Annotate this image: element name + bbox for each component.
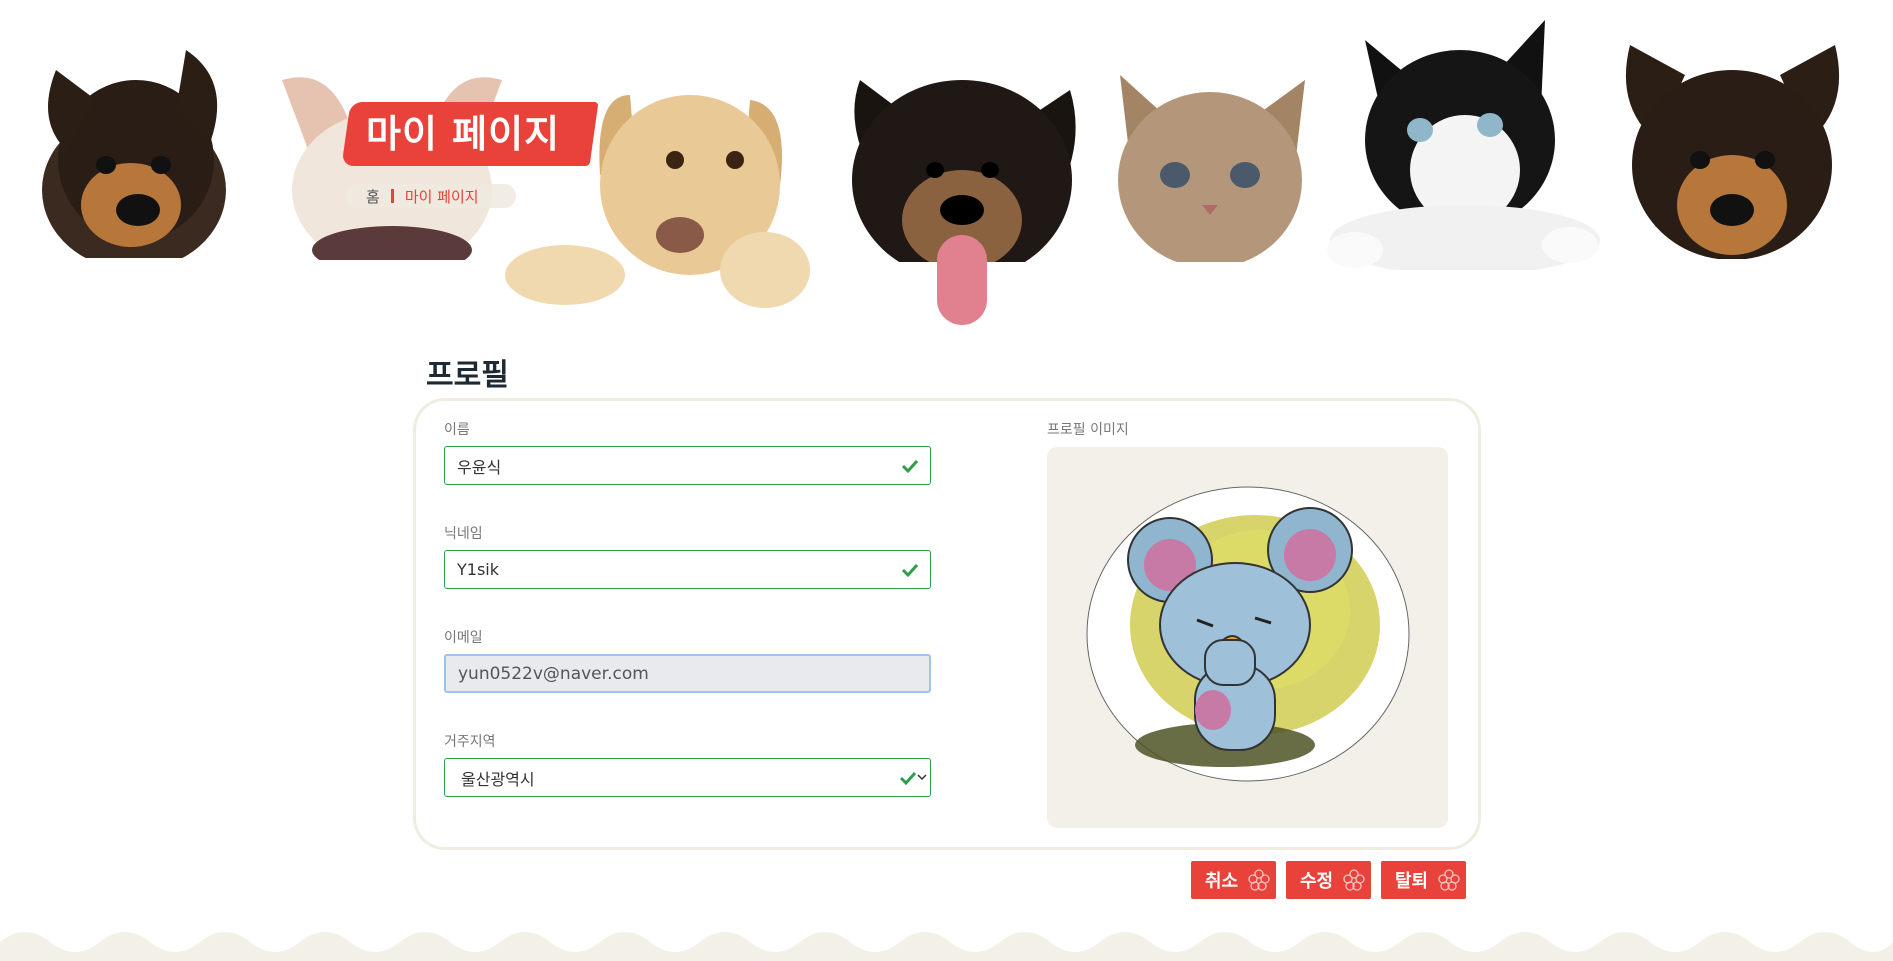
chevron-down-icon bbox=[917, 774, 927, 781]
profile-avatar[interactable] bbox=[1085, 485, 1411, 783]
flower-icon bbox=[1438, 869, 1460, 891]
breadcrumb-current: 마이 페이지 bbox=[404, 187, 479, 206]
black-puppy-image bbox=[840, 80, 1085, 335]
region-select[interactable]: 울산광역시 bbox=[444, 758, 931, 797]
nickname-field[interactable]: Y1sik bbox=[444, 550, 931, 589]
name-value: 우윤식 bbox=[457, 457, 502, 477]
check-icon bbox=[901, 563, 919, 578]
name-label: 이름 bbox=[444, 422, 470, 438]
check-icon bbox=[901, 459, 919, 474]
flower-icon bbox=[1343, 869, 1365, 891]
name-field[interactable]: 우윤식 bbox=[444, 446, 931, 485]
puppy-image-1 bbox=[26, 50, 236, 265]
flower-icon bbox=[1248, 869, 1270, 891]
pet-banner: 마이 페이지 홈 마이 페이지 bbox=[0, 0, 1893, 340]
footer-wave bbox=[0, 932, 1893, 961]
my-page: 마이 페이지 홈 마이 페이지 프로필 이름 우윤식 닉네임 Y1sik 이메일… bbox=[0, 0, 1893, 961]
profile-image-panel[interactable] bbox=[1047, 447, 1448, 828]
region-value: 울산광역시 bbox=[461, 769, 535, 789]
section-title: 프로필 bbox=[426, 358, 509, 393]
breadcrumb-separator bbox=[390, 189, 394, 203]
cancel-button[interactable]: 취소 bbox=[1191, 861, 1276, 899]
withdraw-label: 탈퇴 bbox=[1395, 871, 1429, 892]
edit-button[interactable]: 수정 bbox=[1286, 861, 1371, 899]
breadcrumb: 홈 마이 페이지 bbox=[346, 184, 516, 208]
puppy-image-3 bbox=[1615, 45, 1850, 265]
breadcrumb-home[interactable]: 홈 bbox=[366, 186, 380, 207]
region-label: 거주지역 bbox=[444, 734, 496, 750]
profile-image-label: 프로필 이미지 bbox=[1047, 422, 1129, 438]
withdraw-button[interactable]: 탈퇴 bbox=[1381, 861, 1466, 899]
page-title: 마이 페이지 bbox=[366, 112, 561, 156]
nickname-label: 닉네임 bbox=[444, 526, 483, 542]
email-value: yun0522v@naver.com bbox=[458, 663, 649, 684]
puppy-image-2 bbox=[272, 77, 512, 265]
tabby-kitten-image bbox=[1110, 75, 1310, 265]
email-field[interactable]: yun0522v@naver.com bbox=[444, 654, 931, 693]
bw-kitten-image bbox=[1327, 20, 1600, 270]
check-icon bbox=[899, 771, 917, 786]
email-label: 이메일 bbox=[444, 630, 483, 646]
nickname-value: Y1sik bbox=[457, 560, 499, 579]
edit-label: 수정 bbox=[1300, 871, 1334, 892]
cancel-label: 취소 bbox=[1205, 871, 1239, 892]
